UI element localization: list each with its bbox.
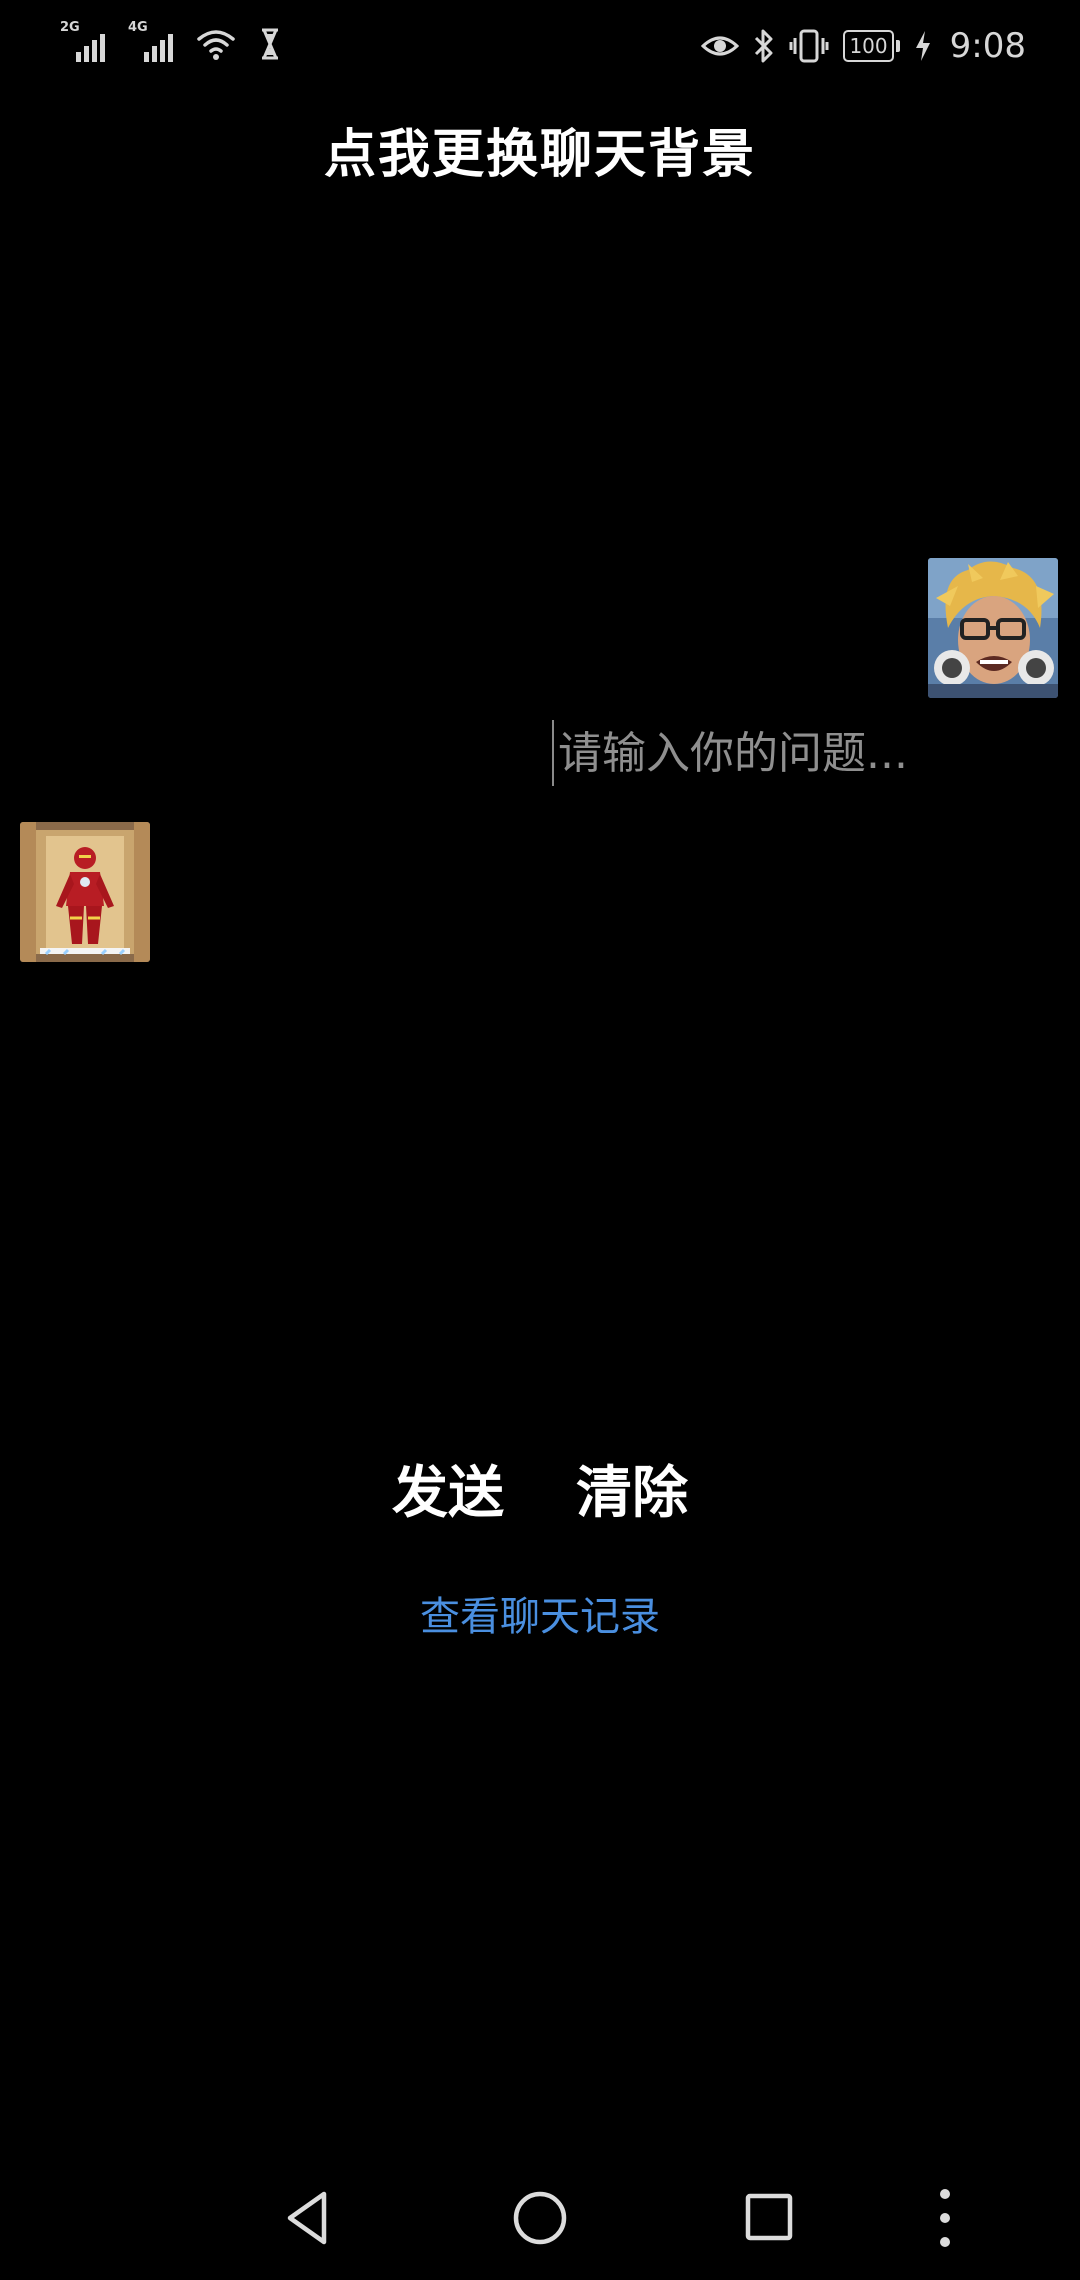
- chat-screen: 2G 4G 100 9:08 点我更换聊天背景 请输入你的问题... 发送 清除…: [0, 0, 1080, 2280]
- signal-2g-icon: 2G: [60, 20, 114, 62]
- signal-4g-label: 4G: [128, 20, 148, 35]
- back-icon[interactable]: [278, 2186, 342, 2250]
- more-icon[interactable]: [930, 2186, 960, 2250]
- status-time: 9:08: [949, 26, 1026, 66]
- battery-level: 100: [843, 30, 894, 62]
- clear-button[interactable]: 清除: [576, 1448, 688, 1529]
- status-right: 100 9:08: [701, 26, 1026, 66]
- vibrate-icon: [789, 29, 829, 63]
- charging-icon: [915, 31, 930, 61]
- status-bar: 2G 4G 100 9:08: [0, 0, 1080, 90]
- change-background-title[interactable]: 点我更换聊天背景: [0, 112, 1080, 187]
- recent-apps-icon[interactable]: [738, 2186, 802, 2250]
- view-chat-history-link[interactable]: 查看聊天记录: [0, 1584, 1080, 1642]
- question-input[interactable]: [552, 720, 978, 786]
- status-left: 2G 4G: [60, 20, 290, 62]
- send-button[interactable]: 发送: [392, 1448, 504, 1529]
- home-icon[interactable]: [508, 2186, 572, 2250]
- bot-avatar: [20, 822, 150, 962]
- bluetooth-icon: [755, 29, 773, 63]
- user-avatar: [928, 558, 1058, 698]
- battery-icon: 100: [843, 30, 900, 62]
- signal-4g-icon: 4G: [128, 20, 182, 62]
- wifi-icon: [197, 30, 235, 60]
- navigation-bar: [0, 2160, 1080, 2280]
- hourglass-icon: [262, 28, 278, 60]
- eye-icon: [701, 36, 740, 56]
- signal-2g-label: 2G: [60, 20, 80, 35]
